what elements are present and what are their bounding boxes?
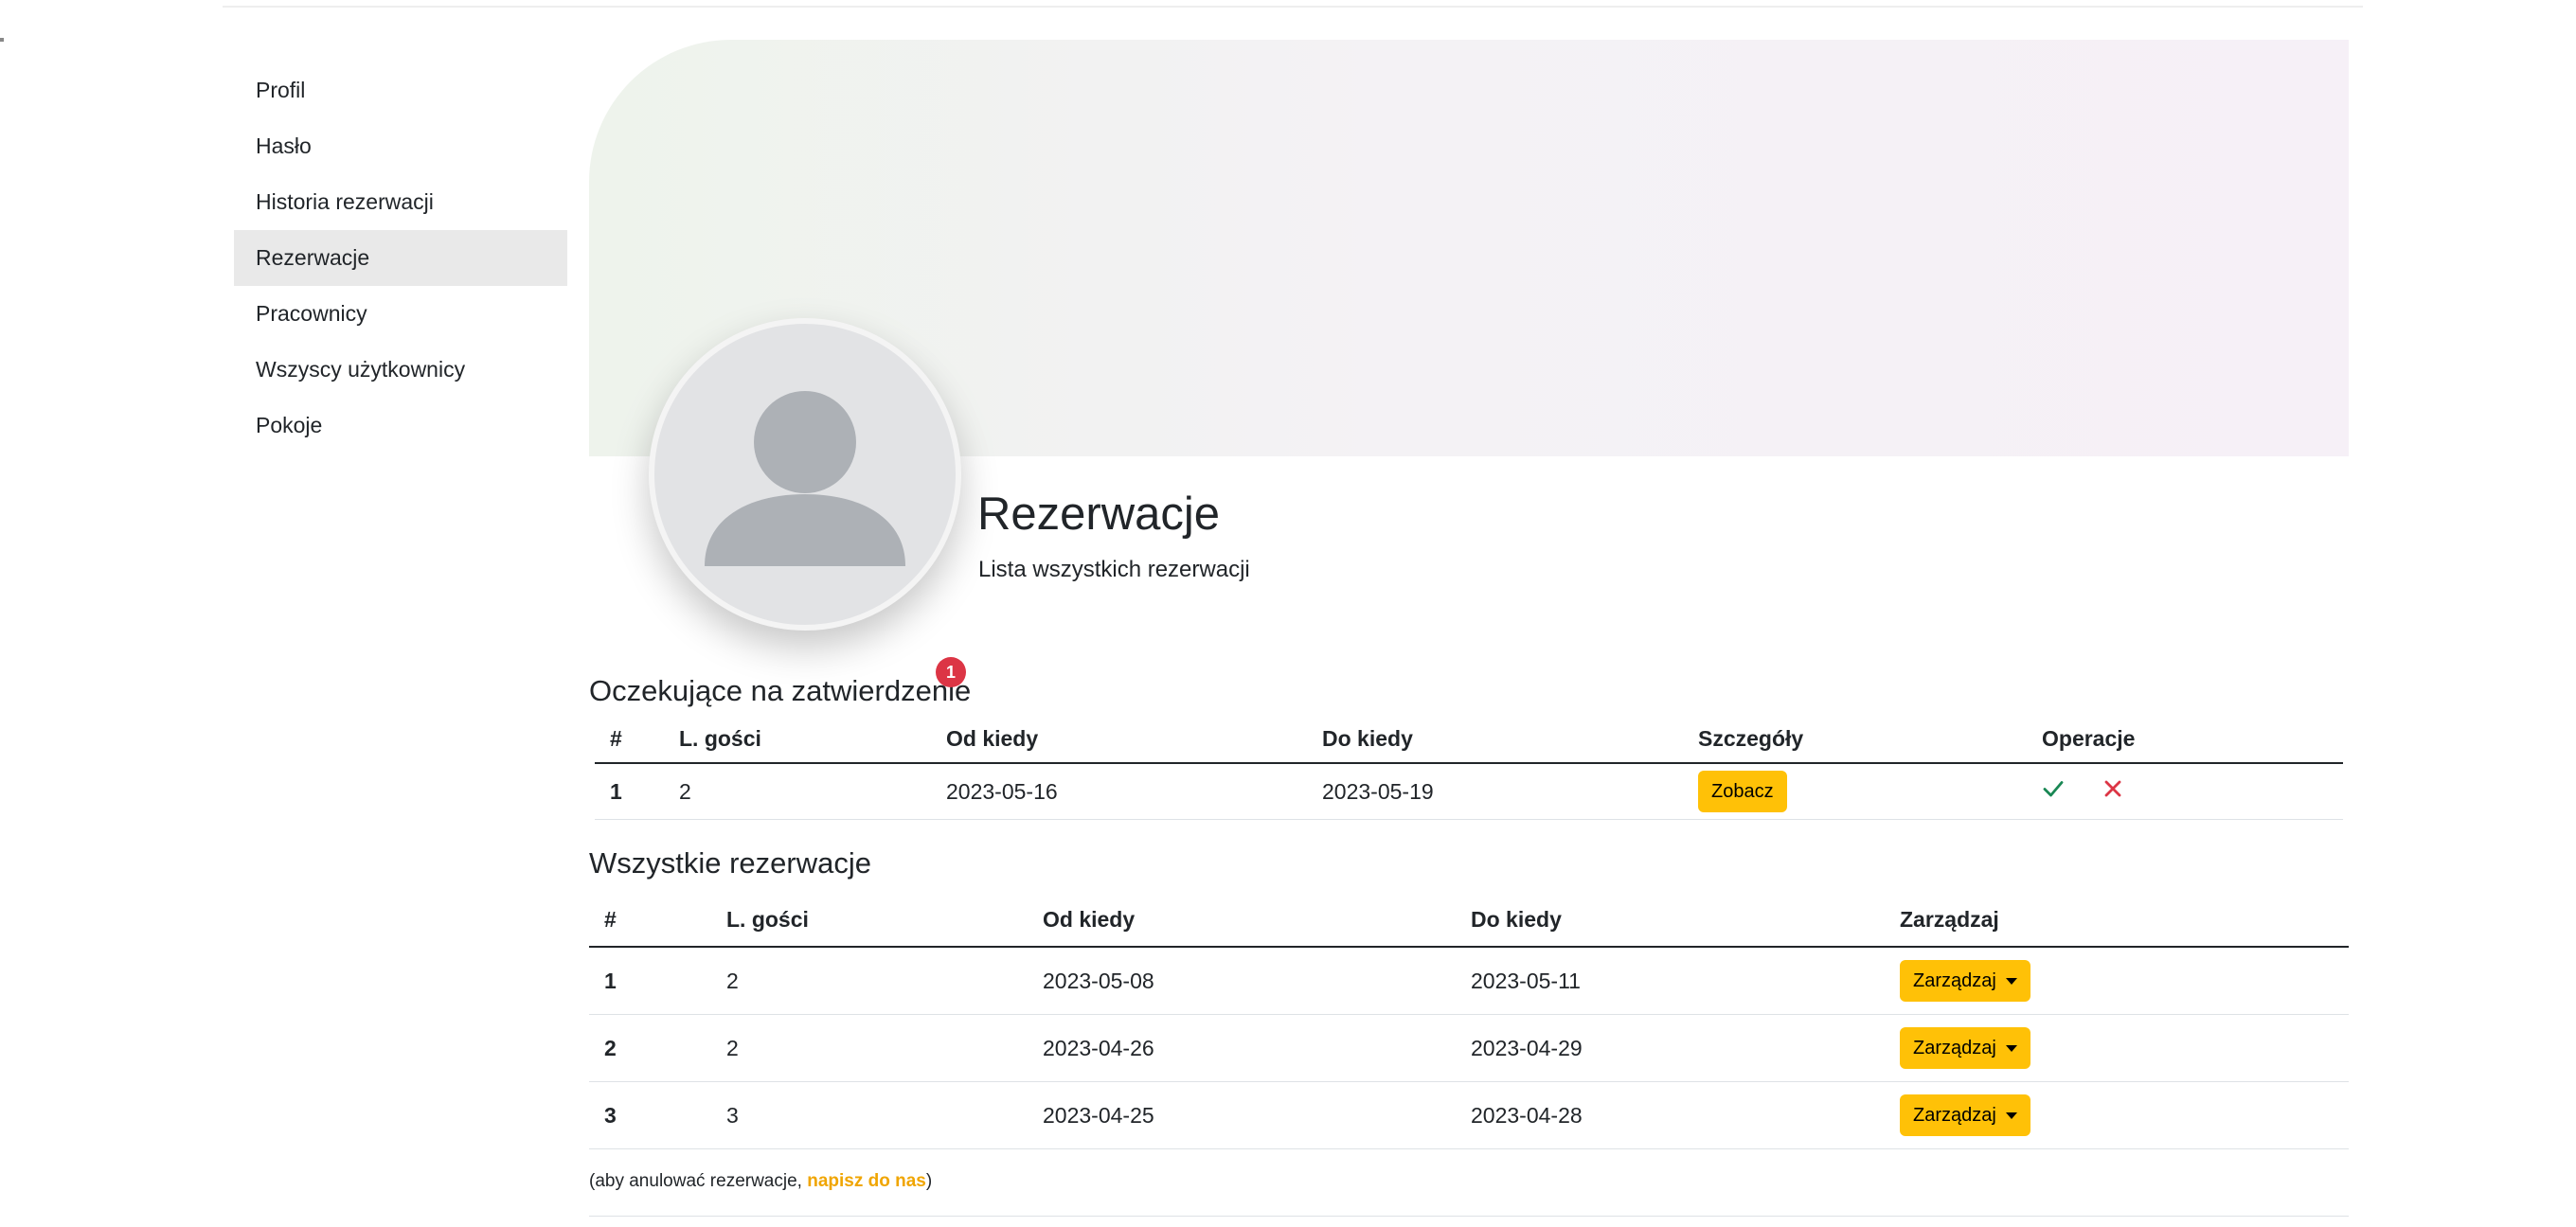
table-row: 2 2 2023-04-26 2023-04-29 Zarządzaj [589, 1014, 2349, 1082]
row-to-date: 2023-05-19 [1307, 763, 1683, 820]
table-header-row: # L. gości Od kiedy Do kiedy Zarządzaj [589, 893, 2349, 948]
column-header-number: # [595, 715, 664, 764]
row-from-date: 2023-05-08 [1028, 947, 1456, 1015]
row-to-date: 2023-05-11 [1456, 947, 1885, 1015]
row-manage-cell: Zarządzaj [1885, 947, 2349, 1015]
sidebar-item-pokoje[interactable]: Pokoje [234, 398, 567, 453]
table-row: 1 2 2023-05-16 2023-05-19 Zobacz [595, 763, 2343, 820]
manage-button-label: Zarządzaj [1913, 1105, 1996, 1126]
sidebar-item-haslo[interactable]: Hasło [234, 118, 567, 174]
column-header-number: # [589, 893, 711, 948]
column-header-guests: L. gości [711, 893, 1028, 948]
page-subtitle: Lista wszystkich rezerwacji [978, 557, 1250, 582]
pending-count-badge: 1 [936, 657, 966, 687]
cancel-note-prefix: (aby anulować rezerwacje, [589, 1171, 808, 1191]
row-guests: 3 [711, 1081, 1028, 1149]
row-from-date: 2023-04-25 [1028, 1081, 1456, 1149]
row-number: 1 [595, 763, 664, 820]
pending-section-title: Oczekujące na zatwierdzenie [589, 674, 972, 707]
row-operations-cell [2027, 763, 2343, 820]
row-guests: 2 [711, 1014, 1028, 1082]
sidebar-item-rezerwacje[interactable]: Rezerwacje [234, 230, 567, 286]
caret-down-icon [2005, 1045, 2017, 1053]
sidebar-item-profil[interactable]: Profil [234, 62, 567, 118]
contact-link[interactable]: napisz do nas [807, 1171, 926, 1191]
cancel-note-suffix: ) [925, 1171, 933, 1191]
table-row: 1 2 2023-05-08 2023-05-11 Zarządzaj [589, 947, 2349, 1015]
sidebar-item-pracownicy[interactable]: Pracownicy [234, 286, 567, 342]
manage-dropdown-button[interactable]: Zarządzaj [1900, 1027, 2030, 1069]
row-from-date: 2023-04-26 [1028, 1014, 1456, 1082]
column-header-manage: Zarządzaj [1885, 893, 2349, 948]
manage-dropdown-button[interactable]: Zarządzaj [1900, 1094, 2030, 1136]
all-reservations-table: # L. gości Od kiedy Do kiedy Zarządzaj 1… [589, 893, 2349, 1149]
top-divider [223, 6, 2363, 8]
pending-table: # L. gości Od kiedy Do kiedy Szczegóły O… [595, 715, 2343, 820]
table-row: 3 3 2023-04-25 2023-04-28 Zarządzaj [589, 1081, 2349, 1149]
column-header-guests: L. gości [664, 715, 931, 764]
row-to-date: 2023-04-28 [1456, 1081, 1885, 1149]
close-icon[interactable] [2102, 778, 2123, 805]
user-icon [705, 391, 905, 566]
avatar [649, 318, 961, 631]
column-header-operations: Operacje [2027, 715, 2343, 764]
column-header-details: Szczegóły [1683, 715, 2027, 764]
row-to-date: 2023-04-29 [1456, 1014, 1885, 1082]
row-guests: 2 [711, 947, 1028, 1015]
all-reservations-title: Wszystkie rezerwacje [589, 846, 871, 880]
column-header-from: Od kiedy [931, 715, 1307, 764]
sidebar-item-wszyscy-uzytkownicy[interactable]: Wszyscy użytkownicy [234, 342, 567, 398]
manage-button-label: Zarządzaj [1913, 970, 1996, 991]
row-from-date: 2023-05-16 [931, 763, 1307, 820]
row-guests: 2 [664, 763, 931, 820]
sidebar-nav: Profil Hasło Historia rezerwacji Rezerwa… [234, 62, 567, 453]
row-number: 2 [589, 1014, 711, 1082]
caret-down-icon [2005, 978, 2017, 986]
sidebar-item-historia-rezerwacji[interactable]: Historia rezerwacji [234, 174, 567, 230]
row-manage-cell: Zarządzaj [1885, 1014, 2349, 1082]
table-header-row: # L. gości Od kiedy Do kiedy Szczegóły O… [595, 715, 2343, 764]
row-details-cell: Zobacz [1683, 763, 2027, 820]
column-header-to: Do kiedy [1456, 893, 1885, 948]
column-header-to: Do kiedy [1307, 715, 1683, 764]
bottom-divider [589, 1216, 2349, 1217]
cancel-note: (aby anulować rezerwacje, napisz do nas) [589, 1171, 932, 1192]
view-details-button[interactable]: Zobacz [1698, 771, 1787, 812]
manage-dropdown-button[interactable]: Zarządzaj [1900, 960, 2030, 1002]
page-title: Rezerwacje [977, 489, 1220, 540]
row-manage-cell: Zarządzaj [1885, 1081, 2349, 1149]
caret-down-icon [2005, 1112, 2017, 1120]
manage-button-label: Zarządzaj [1913, 1038, 1996, 1058]
corner-mark [0, 38, 4, 42]
column-header-from: Od kiedy [1028, 893, 1456, 948]
row-number: 3 [589, 1081, 711, 1149]
check-icon[interactable] [2042, 777, 2065, 806]
row-number: 1 [589, 947, 711, 1015]
